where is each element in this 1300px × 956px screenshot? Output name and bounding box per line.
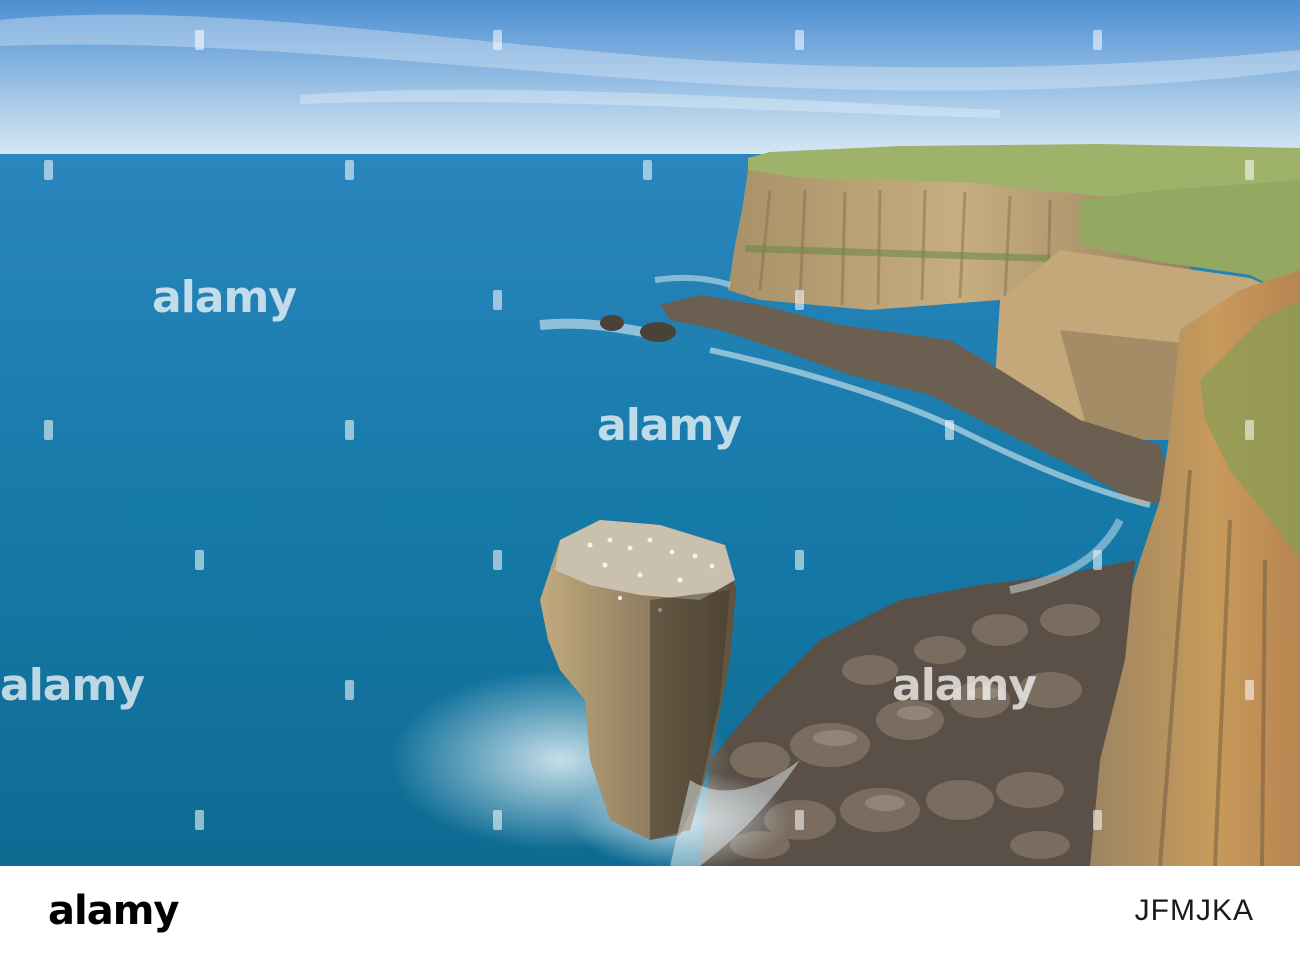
watermark-mark [345, 680, 354, 700]
watermark-mark [493, 30, 502, 50]
watermark-logo: alamy [0, 660, 145, 711]
watermark-mark [44, 420, 53, 440]
image-id: JFMJKA [1134, 894, 1254, 927]
watermark-mark [643, 160, 652, 180]
watermark-mark [493, 290, 502, 310]
watermark-mark [1093, 810, 1102, 830]
watermark-mark [493, 810, 502, 830]
watermark-mark [795, 30, 804, 50]
watermark-mark [795, 550, 804, 570]
landscape-photo: alamy alamy alamy alamy [0, 0, 1300, 866]
watermark-mark [345, 160, 354, 180]
watermark-mark [195, 30, 204, 50]
watermark-mark [1245, 680, 1254, 700]
watermark-logo: alamy [597, 400, 742, 451]
watermark-mark [1093, 30, 1102, 50]
watermark-mark [795, 290, 804, 310]
watermark-logo: alamy [892, 660, 1037, 711]
watermark-mark [795, 810, 804, 830]
watermark-logo: alamy [152, 272, 297, 323]
watermark-mark [1245, 160, 1254, 180]
alamy-logo[interactable]: alamy [48, 888, 179, 934]
offshore-rock [640, 322, 676, 342]
watermark-mark [195, 550, 204, 570]
watermark-mark [1093, 550, 1102, 570]
footer-bar: alamy JFMJKA [0, 866, 1300, 956]
offshore-rock [600, 315, 624, 331]
watermark-mark [345, 420, 354, 440]
watermark-mark [1245, 420, 1254, 440]
watermark-mark [493, 550, 502, 570]
watermark-mark [44, 160, 53, 180]
watermark-mark [945, 420, 954, 440]
watermark-mark [195, 810, 204, 830]
